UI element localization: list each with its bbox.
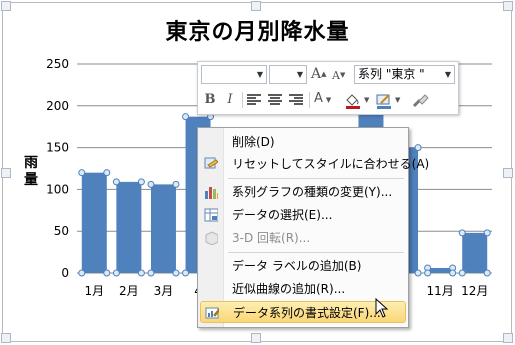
menu-item-change-chart-type[interactable]: 系列グラフの種類の変更(Y)... bbox=[200, 181, 406, 203]
bar-2月[interactable] bbox=[116, 181, 142, 273]
chart-element-selector[interactable]: 系列 "東京 " ▼ bbox=[354, 65, 455, 84]
menu-item-add-data-labels[interactable]: データ ラベルの追加(B) bbox=[200, 255, 406, 277]
selection-handle bbox=[182, 269, 190, 277]
selection-handle bbox=[137, 178, 145, 186]
menu-item-label: データ系列の書式設定(F)... bbox=[233, 306, 381, 320]
x-tick-label: 3月 bbox=[154, 284, 174, 298]
y-axis-label[interactable]: 雨 量 bbox=[22, 155, 40, 189]
menu-item-reset-style[interactable]: リセットしてスタイルに合わせる(A) bbox=[200, 153, 429, 175]
svg-text:▼: ▼ bbox=[395, 96, 401, 104]
menu-item-label: データの選択(E)... bbox=[232, 208, 333, 222]
italic-button[interactable]: I bbox=[220, 90, 240, 110]
grow-font-glyph: A bbox=[311, 66, 322, 82]
font-color-button[interactable]: A ▼ bbox=[314, 91, 340, 109]
bold-button[interactable]: B bbox=[200, 90, 220, 110]
chevron-down-icon: ▼ bbox=[325, 96, 332, 104]
selection-handle bbox=[103, 169, 111, 177]
chart-type-icon bbox=[205, 187, 218, 199]
menu-item-label: 3-D 回転(R)... bbox=[232, 231, 311, 245]
chevron-down-icon: ▼ bbox=[296, 70, 303, 79]
svg-text:▼: ▼ bbox=[364, 96, 370, 104]
menu-item-label: 削除(D) bbox=[232, 135, 275, 149]
selection-handle bbox=[458, 269, 466, 277]
selection-handle bbox=[172, 180, 180, 188]
selection-handle bbox=[147, 180, 155, 188]
selection-handle bbox=[458, 229, 466, 237]
mouse-cursor-icon bbox=[375, 298, 389, 318]
selection-handle bbox=[483, 229, 491, 237]
selection-handle bbox=[449, 269, 457, 277]
bar-3月[interactable] bbox=[150, 184, 176, 273]
y-tick-label: 150 bbox=[46, 141, 69, 155]
menu-item-label: リセットしてスタイルに合わせる(A) bbox=[232, 157, 430, 171]
selection-handle bbox=[112, 178, 120, 186]
bar-1月[interactable] bbox=[81, 172, 107, 273]
selection-handle bbox=[137, 269, 145, 277]
select-data-icon bbox=[204, 208, 218, 222]
y-tick-label: 0 bbox=[61, 266, 69, 280]
paint-bucket-icon: ▼ bbox=[346, 94, 370, 109]
selection-handle bbox=[147, 269, 155, 277]
y-axis-label-char-1: 雨 bbox=[24, 155, 38, 171]
font-size-combo[interactable]: ▼ bbox=[269, 65, 307, 84]
shrink-font-glyph: A bbox=[332, 69, 340, 82]
mini-toolbar: ▼ ▼ A▲ A▼ 系列 "東京 " ▼ B I A ▼ ▼ ▼ bbox=[197, 61, 459, 115]
y-tick-label: 250 bbox=[46, 57, 69, 71]
font-color-glyph: A bbox=[314, 91, 323, 106]
selection-handle bbox=[414, 269, 422, 277]
y-tick-label: 200 bbox=[46, 99, 69, 113]
selection-handle bbox=[78, 269, 86, 277]
x-tick-label: 12月 bbox=[461, 284, 488, 298]
grow-arrow-icon: ▲ bbox=[321, 70, 327, 78]
font-name-combo[interactable]: ▼ bbox=[201, 65, 267, 84]
selection-handle bbox=[78, 169, 86, 177]
menu-item-label: 近似曲線の追加(R)... bbox=[232, 282, 346, 296]
x-tick-label: 11月 bbox=[426, 284, 453, 298]
toolbar-divider bbox=[242, 92, 243, 108]
menu-item-add-trendline[interactable]: 近似曲線の追加(R)... bbox=[200, 278, 406, 300]
selection-handle bbox=[414, 144, 422, 152]
shrink-font-button[interactable]: A▼ bbox=[332, 65, 350, 84]
grow-font-button[interactable]: A▲ bbox=[311, 65, 329, 84]
selection-handle bbox=[112, 269, 120, 277]
align-right-icon[interactable] bbox=[289, 94, 303, 106]
y-axis-label-char-2: 量 bbox=[24, 172, 38, 188]
rotate-3d-icon bbox=[205, 231, 218, 245]
menu-item-label: 系列グラフの種類の変更(Y)... bbox=[232, 185, 393, 199]
menu-separator bbox=[228, 178, 404, 179]
reset-style-icon bbox=[204, 157, 218, 169]
pen-outline-icon: ▼ bbox=[376, 94, 401, 109]
selection-handle bbox=[483, 269, 491, 277]
format-series-icon bbox=[205, 307, 219, 319]
bar-11月[interactable] bbox=[427, 267, 453, 273]
toolbar-divider bbox=[309, 92, 310, 108]
fill-color-button[interactable]: ▼ bbox=[343, 91, 373, 111]
selection-handle bbox=[424, 269, 432, 277]
align-center-icon[interactable] bbox=[268, 94, 282, 106]
x-tick-label: 2月 bbox=[119, 284, 139, 298]
x-tick-label: 1月 bbox=[84, 284, 104, 298]
chart-element-value: 系列 "東京 " bbox=[358, 67, 425, 81]
chevron-down-icon: ▼ bbox=[256, 70, 263, 79]
format-painter-button[interactable] bbox=[410, 91, 432, 111]
chevron-down-icon: ▼ bbox=[444, 70, 451, 79]
bar-12月[interactable] bbox=[462, 232, 488, 273]
menu-item-label: データ ラベルの追加(B) bbox=[232, 259, 362, 273]
outline-color-button[interactable]: ▼ bbox=[374, 91, 404, 111]
menu-item-select-data[interactable]: データの選択(E)... bbox=[200, 204, 406, 226]
y-tick-label: 50 bbox=[54, 224, 69, 238]
selection-handle bbox=[182, 113, 190, 121]
selection-handle bbox=[103, 269, 111, 277]
brush-icon bbox=[412, 94, 429, 108]
menu-item-delete[interactable]: 削除(D) bbox=[200, 131, 406, 153]
shrink-arrow-icon: ▼ bbox=[339, 71, 346, 79]
menu-separator bbox=[228, 252, 404, 253]
menu-item-3d-rotation[interactable]: 3-D 回転(R)... bbox=[200, 227, 406, 249]
selection-handle bbox=[172, 269, 180, 277]
align-left-icon[interactable] bbox=[247, 94, 261, 106]
y-tick-label: 100 bbox=[46, 182, 69, 196]
